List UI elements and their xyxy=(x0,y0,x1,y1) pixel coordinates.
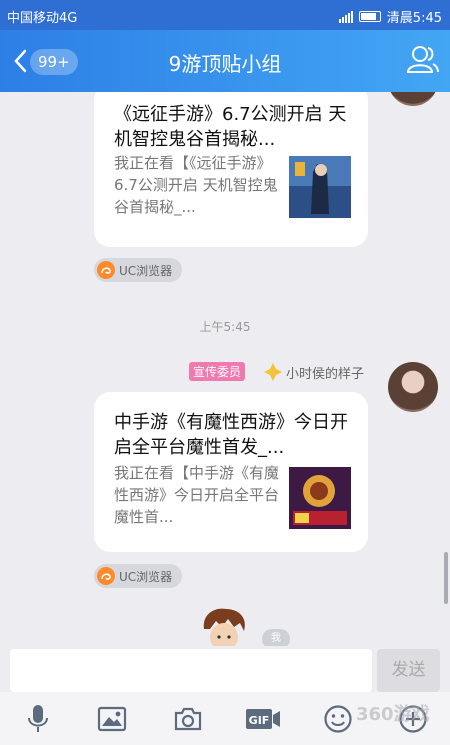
title-bar: 99+ 9游顶贴小组 xyxy=(0,30,450,92)
members-button[interactable] xyxy=(406,44,440,76)
carrier-text: 中国移动4G xyxy=(7,11,78,26)
bottom-toolbar: GIF 360游戏 xyxy=(0,692,450,745)
sender-avatar[interactable] xyxy=(388,92,438,106)
svg-text:GIF: GIF xyxy=(249,714,270,727)
smiley-icon xyxy=(324,705,352,733)
camera-icon xyxy=(174,707,202,731)
shared-link-card[interactable]: 《远征手游》6.7公测开启 天机智控鬼谷首揭秘... 我正在看【《远征手游》6.… xyxy=(94,92,368,247)
microphone-icon xyxy=(28,705,48,732)
self-label: 我 xyxy=(262,629,290,646)
camera-button[interactable] xyxy=(172,704,204,734)
cartoon-avatar[interactable] xyxy=(198,607,250,646)
signal-icon xyxy=(338,10,353,23)
clock-text: 清晨5:45 xyxy=(386,11,442,26)
message-list[interactable]: 《远征手游》6.7公测开启 天机智控鬼谷首揭秘... 我正在看【《远征手游》6.… xyxy=(0,92,450,646)
gif-button[interactable]: GIF xyxy=(245,704,281,734)
card-thumbnail xyxy=(289,467,351,529)
sender-nickname[interactable]: 小时侯的样子 xyxy=(286,363,364,382)
send-button[interactable]: 发送 xyxy=(377,649,440,692)
status-bar: 中国移动4G 清晨5:45 xyxy=(0,0,450,30)
group-title: 9游顶贴小组 xyxy=(168,52,282,76)
battery-icon xyxy=(358,11,381,22)
photo-button[interactable] xyxy=(96,704,128,734)
card-description: 我正在看【《远征手游》6.7公测开启 天机智控鬼谷首揭秘_... xyxy=(114,154,278,216)
gif-icon: GIF xyxy=(246,709,280,729)
source-label: UC浏览器 xyxy=(119,263,173,278)
diamond-star-icon xyxy=(264,363,282,381)
message-timestamp: 上午5:45 xyxy=(199,320,251,334)
uc-browser-icon xyxy=(97,567,115,585)
voice-button[interactable] xyxy=(22,704,54,734)
shared-link-card[interactable]: 中手游《有魔性西游》今日开启全平台魔性首发_... 我正在看【中手游《有魔性西游… xyxy=(94,392,368,552)
watermark-text: 360游戏 xyxy=(356,704,430,725)
composer-bar: 发送 xyxy=(0,646,450,692)
uc-browser-icon xyxy=(97,261,115,279)
message-input[interactable] xyxy=(10,649,372,692)
card-thumbnail xyxy=(289,156,351,218)
group-members-icon xyxy=(406,46,439,73)
scrollbar[interactable] xyxy=(444,552,448,604)
card-title: 中手游《有魔性西游》今日开启全平台魔性首发_... xyxy=(114,412,348,458)
emoji-button[interactable] xyxy=(322,704,354,734)
sender-avatar[interactable] xyxy=(388,362,438,412)
source-chip[interactable]: UC浏览器 xyxy=(94,258,183,282)
source-chip[interactable]: UC浏览器 xyxy=(94,564,183,588)
source-label: UC浏览器 xyxy=(119,569,173,584)
image-icon xyxy=(97,706,127,732)
card-description: 我正在看【中手游《有魔性西游》今日开启全平台魔性首... xyxy=(114,464,280,526)
card-title: 《远征手游》6.7公测开启 天机智控鬼谷首揭秘... xyxy=(114,104,347,150)
role-tag: 宣传委员 xyxy=(189,362,246,381)
